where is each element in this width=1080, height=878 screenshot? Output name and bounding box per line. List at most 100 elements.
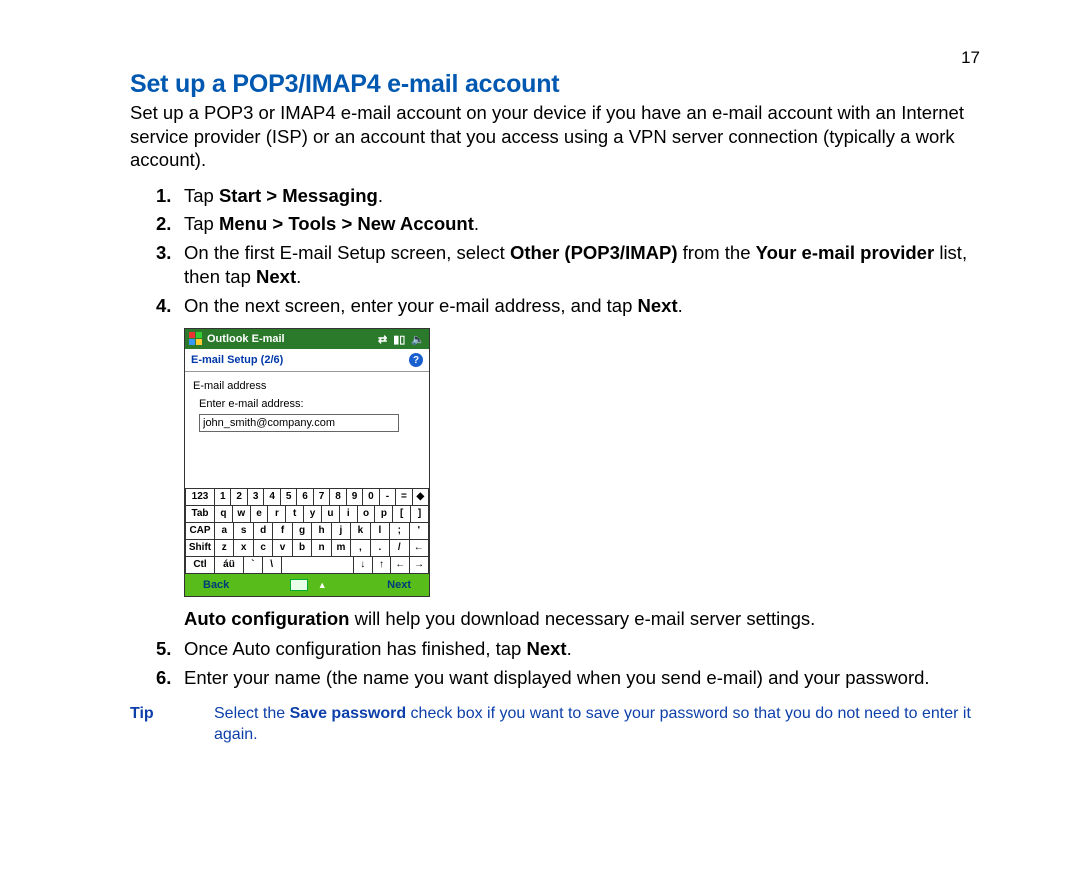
tip-bold: Save password (290, 705, 407, 722)
keyboard-key[interactable]: 6 (297, 489, 313, 506)
step-2: 2. Tap Menu > Tools > New Account. (184, 212, 980, 236)
keyboard-key[interactable]: ↑ (373, 557, 392, 574)
step-text-pre: Once Auto configuration has finished, ta… (184, 638, 526, 659)
keyboard-key[interactable]: y (304, 506, 322, 523)
step-text-post: . (378, 185, 383, 206)
keyboard-key[interactable]: - (380, 489, 396, 506)
keyboard-key[interactable]: → (410, 557, 429, 574)
keyboard-key[interactable]: [ (393, 506, 411, 523)
keyboard-key[interactable]: p (375, 506, 393, 523)
keyboard-key[interactable]: j (332, 523, 351, 540)
keyboard-key[interactable]: d (254, 523, 273, 540)
steps-list: 1. Tap Start > Messaging. 2. Tap Menu > … (130, 184, 980, 318)
keyboard-key[interactable]: ] (411, 506, 429, 523)
step-text-bold: Next (526, 638, 566, 659)
keyboard-key[interactable]: r (268, 506, 286, 523)
keyboard-key[interactable]: áü (215, 557, 244, 574)
tip-body: Select the Save password check box if yo… (214, 704, 980, 746)
keyboard-key[interactable]: ← (391, 557, 410, 574)
keyboard-key[interactable]: g (293, 523, 312, 540)
keyboard-key[interactable]: a (215, 523, 234, 540)
step-number: 4. (156, 294, 171, 318)
keyboard-key[interactable]: Ctl (185, 557, 215, 574)
step-text-pre: On the first E-mail Setup screen, select (184, 242, 510, 263)
softkey-back[interactable]: Back (203, 579, 229, 591)
device-titlebar: Outlook E-mail ⇄ ▮▯ 🔈 (185, 329, 429, 349)
keyboard-key[interactable]: t (286, 506, 304, 523)
keyboard-key[interactable]: u (322, 506, 340, 523)
steps-list-cont: 5. Once Auto configuration has finished,… (130, 637, 980, 690)
keyboard-key[interactable]: . (371, 540, 390, 557)
step-4: 4. On the next screen, enter your e-mail… (184, 294, 980, 318)
keyboard-key[interactable]: CAP (185, 523, 215, 540)
keyboard-key[interactable]: m (332, 540, 351, 557)
email-input[interactable] (199, 414, 399, 432)
keyboard-key[interactable]: h (312, 523, 331, 540)
step-text-pre: Tap (184, 213, 219, 234)
keyboard-key[interactable]: i (340, 506, 358, 523)
keyboard-key[interactable]: ; (390, 523, 409, 540)
help-icon[interactable]: ? (409, 353, 423, 367)
step-number: 1. (156, 184, 171, 208)
device-title: Outlook E-mail (207, 333, 285, 345)
field-sublabel: Enter e-mail address: (199, 398, 421, 410)
setup-step-label: E-mail Setup (2/6) (191, 354, 283, 366)
keyboard-key[interactable]: = (396, 489, 412, 506)
keyboard-key[interactable]: x (234, 540, 253, 557)
tip-pre: Select the (214, 705, 290, 722)
keyboard-key[interactable]: \ (263, 557, 282, 574)
keyboard-key[interactable] (282, 557, 354, 574)
step-1: 1. Tap Start > Messaging. (184, 184, 980, 208)
step-text-bold: Other (POP3/IMAP) (510, 242, 678, 263)
keyboard-key[interactable]: w (233, 506, 251, 523)
keyboard-key[interactable]: 9 (347, 489, 363, 506)
step-text-pre: Tap (184, 185, 219, 206)
keyboard-key[interactable]: / (390, 540, 409, 557)
keyboard-key[interactable]: 123 (185, 489, 215, 506)
keyboard-key[interactable]: f (273, 523, 292, 540)
figure-wrap: Outlook E-mail ⇄ ▮▯ 🔈 E-mail Setup (2/6)… (130, 328, 980, 597)
keyboard-key[interactable]: Shift (185, 540, 215, 557)
keyboard-key[interactable]: q (215, 506, 233, 523)
device-subbar: E-mail Setup (2/6) ? (185, 349, 429, 372)
keyboard-key[interactable]: , (351, 540, 370, 557)
device-mockup: Outlook E-mail ⇄ ▮▯ 🔈 E-mail Setup (2/6)… (184, 328, 430, 597)
keyboard-key[interactable]: 5 (281, 489, 297, 506)
keyboard-key[interactable]: Tab (185, 506, 215, 523)
keyboard-key[interactable]: 3 (248, 489, 264, 506)
step-text-bold: Menu > Tools > New Account (219, 213, 474, 234)
step-text-bold2: Your e-mail provider (756, 242, 935, 263)
keyboard-key[interactable]: ◆ (413, 489, 429, 506)
keyboard-key[interactable]: 4 (264, 489, 280, 506)
step-text-post2: . (296, 266, 301, 287)
keyboard-key[interactable]: o (358, 506, 376, 523)
speaker-icon: 🔈 (411, 333, 425, 346)
keyboard-key[interactable]: 0 (363, 489, 379, 506)
keyboard-key[interactable]: 8 (330, 489, 346, 506)
keyboard-key[interactable]: z (215, 540, 234, 557)
keyboard-key[interactable]: v (273, 540, 292, 557)
keyboard-key[interactable]: n (312, 540, 331, 557)
keyboard-key[interactable]: ← (410, 540, 429, 557)
keyboard-key[interactable]: b (293, 540, 312, 557)
keyboard-key[interactable]: c (254, 540, 273, 557)
keyboard-key[interactable]: ` (244, 557, 263, 574)
keyboard-key[interactable]: 2 (231, 489, 247, 506)
step-text-mid: from the (678, 242, 756, 263)
menu-arrow-icon[interactable]: ▲ (318, 580, 327, 590)
onscreen-keyboard[interactable]: 1231234567890-=◆ Tabqwertyuiop[] CAPasdf… (185, 488, 429, 574)
keyboard-key[interactable]: ' (410, 523, 429, 540)
keyboard-key[interactable]: l (371, 523, 390, 540)
keyboard-key[interactable]: 7 (314, 489, 330, 506)
keyboard-key[interactable]: s (234, 523, 253, 540)
keyboard-key[interactable]: e (251, 506, 269, 523)
step-3: 3. On the first E-mail Setup screen, sel… (184, 241, 980, 290)
keyboard-key[interactable]: ↓ (354, 557, 373, 574)
keyboard-toggle-icon[interactable] (290, 579, 308, 591)
step-text-post: . (567, 638, 572, 659)
softkey-next[interactable]: Next (387, 579, 411, 591)
keyboard-key[interactable]: 1 (215, 489, 231, 506)
status-icons: ⇄ ▮▯ 🔈 (378, 333, 425, 346)
keyboard-key[interactable]: k (351, 523, 370, 540)
step-number: 3. (156, 241, 171, 265)
